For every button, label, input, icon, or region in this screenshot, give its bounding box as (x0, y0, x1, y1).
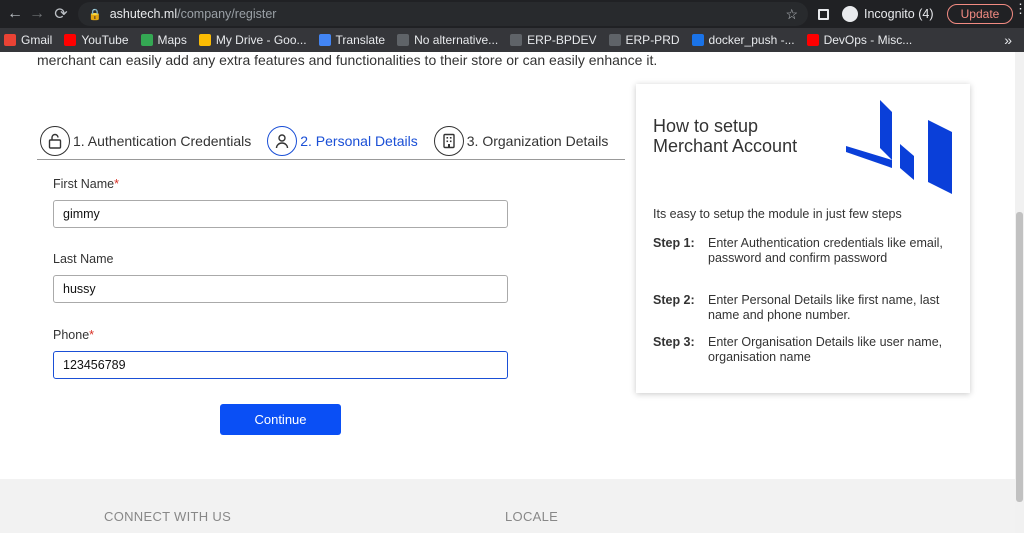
bookmark-favicon-icon (510, 34, 523, 46)
incognito-icon (842, 6, 858, 22)
bookmark-favicon-icon (806, 34, 819, 46)
update-button[interactable]: Update (947, 4, 1013, 24)
bookmark-favicon-icon (64, 34, 77, 46)
url-path: /company/register (177, 7, 277, 21)
bookmark-favicon-icon (691, 34, 704, 46)
step-text: Enter Organisation Details like user nam… (708, 335, 943, 364)
footer-connect-heading: CONNECT WITH US (104, 509, 232, 524)
step-personal-details[interactable]: 2. Personal Details (267, 126, 418, 156)
bookmark-item[interactable]: Maps (140, 33, 187, 47)
setup-info-card: How to setup Merchant Account Its easy t… (636, 84, 970, 393)
card-step-3: Step 3: Enter Organisation Details like … (653, 335, 953, 365)
building-icon (433, 126, 464, 156)
bookmark-item[interactable]: Translate (318, 33, 386, 47)
incognito-label: Incognito (4) (864, 7, 934, 21)
scrollbar-thumb[interactable] (1016, 212, 1023, 502)
bookmark-item[interactable]: docker_push -... (691, 33, 795, 47)
address-bar[interactable]: 🔒 ashutech.ml/company/register ☆ (78, 2, 808, 26)
first-name-input[interactable]: gimmy (53, 200, 508, 228)
step-text: Enter Authentication credentials like em… (708, 236, 943, 265)
bookmark-favicon-icon (4, 34, 16, 46)
bookmark-favicon-icon (198, 34, 211, 46)
bookmark-favicon-icon (397, 34, 410, 46)
update-label: Update (960, 7, 1000, 21)
brand-logo-icon (846, 100, 952, 194)
first-name-label: First Name* (53, 177, 119, 191)
registration-stepper: 1. Authentication Credentials 2. Persona… (40, 126, 624, 156)
reload-icon[interactable]: ⟳ (50, 3, 72, 25)
bookmark-label: Translate (335, 33, 386, 47)
card-title: How to setup Merchant Account (653, 116, 853, 156)
bookmark-item[interactable]: Gmail (4, 33, 52, 47)
stepper-divider (37, 159, 625, 160)
bookmark-item[interactable]: My Drive - Goo... (198, 33, 307, 47)
back-icon[interactable]: ← (4, 3, 26, 25)
card-title-line1: How to setup (653, 116, 759, 136)
card-lead-text: Its easy to setup the module in just few… (653, 207, 902, 221)
footer-locale-heading: LOCALE (505, 509, 559, 524)
bookmark-label: docker_push -... (708, 33, 795, 47)
bookmark-label: My Drive - Goo... (215, 33, 307, 47)
bookmark-favicon-icon (140, 34, 153, 46)
step-organization-details[interactable]: 3. Organization Details (433, 126, 609, 156)
bookmark-star-icon[interactable]: ☆ (785, 6, 798, 23)
bookmark-label: YouTube (81, 33, 129, 47)
bookmark-label: No alternative... (414, 33, 499, 47)
step-key: Step 3: (653, 335, 695, 349)
intro-text: merchant can easily add any extra featur… (37, 52, 658, 68)
step-text: Enter Personal Details like first name, … (708, 293, 940, 322)
menu-icon[interactable]: ⋮ (1014, 2, 1024, 15)
bookmark-favicon-icon (608, 34, 621, 46)
browser-toolbar: ← → ⟳ 🔒 ashutech.ml/company/register ☆ I… (0, 0, 1024, 28)
bookmark-item[interactable]: DevOps - Misc... (806, 33, 913, 47)
url-host: ashutech.ml (109, 7, 178, 21)
tab-search-icon[interactable] (818, 0, 829, 28)
phone-label: Phone* (53, 328, 95, 342)
more-bookmarks-icon[interactable]: » (1004, 32, 1012, 48)
step-label: 3. Organization Details (466, 133, 609, 149)
bookmark-item[interactable]: ERP-BPDEV (510, 33, 597, 47)
lock-icon: 🔒 (88, 8, 102, 21)
lock-icon (40, 126, 70, 156)
step-label: 1. Authentication Credentials (73, 133, 252, 149)
user-icon (267, 126, 298, 156)
card-step-1: Step 1: Enter Authentication credentials… (653, 236, 953, 266)
page-content: merchant can easily add any extra featur… (0, 52, 1024, 533)
card-step-2: Step 2: Enter Personal Details like firs… (653, 293, 953, 323)
bookmark-label: Maps (157, 33, 187, 47)
bookmarks-bar: Gmail YouTube Maps My Drive - Goo... Transla… (0, 28, 1024, 52)
bookmark-item[interactable]: YouTube (64, 33, 129, 47)
page-footer: CONNECT WITH US LOCALE (0, 479, 1024, 533)
bookmark-label: ERP-PRD (625, 33, 680, 47)
step-key: Step 2: (653, 293, 695, 307)
bookmark-item[interactable]: No alternative... (397, 33, 498, 47)
step-key: Step 1: (653, 236, 695, 250)
bookmark-item[interactable]: ERP-PRD (608, 33, 680, 47)
page-scrollbar[interactable] (1015, 52, 1024, 533)
bookmark-label: DevOps - Misc... (823, 33, 913, 47)
bookmark-favicon-icon (318, 34, 331, 46)
continue-button[interactable]: Continue (220, 404, 341, 435)
bookmark-label: ERP-BPDEV (527, 33, 597, 47)
incognito-indicator[interactable]: Incognito (4) (842, 0, 933, 28)
bookmark-label: Gmail (21, 33, 53, 47)
step-authentication[interactable]: 1. Authentication Credentials (40, 126, 251, 156)
phone-input[interactable]: 123456789 (53, 351, 508, 379)
card-title-line2: Merchant Account (653, 136, 798, 156)
last-name-input[interactable]: hussy (53, 275, 508, 303)
forward-icon[interactable]: → (26, 3, 48, 25)
last-name-label: Last Name (53, 252, 114, 266)
step-label: 2. Personal Details (300, 133, 418, 149)
